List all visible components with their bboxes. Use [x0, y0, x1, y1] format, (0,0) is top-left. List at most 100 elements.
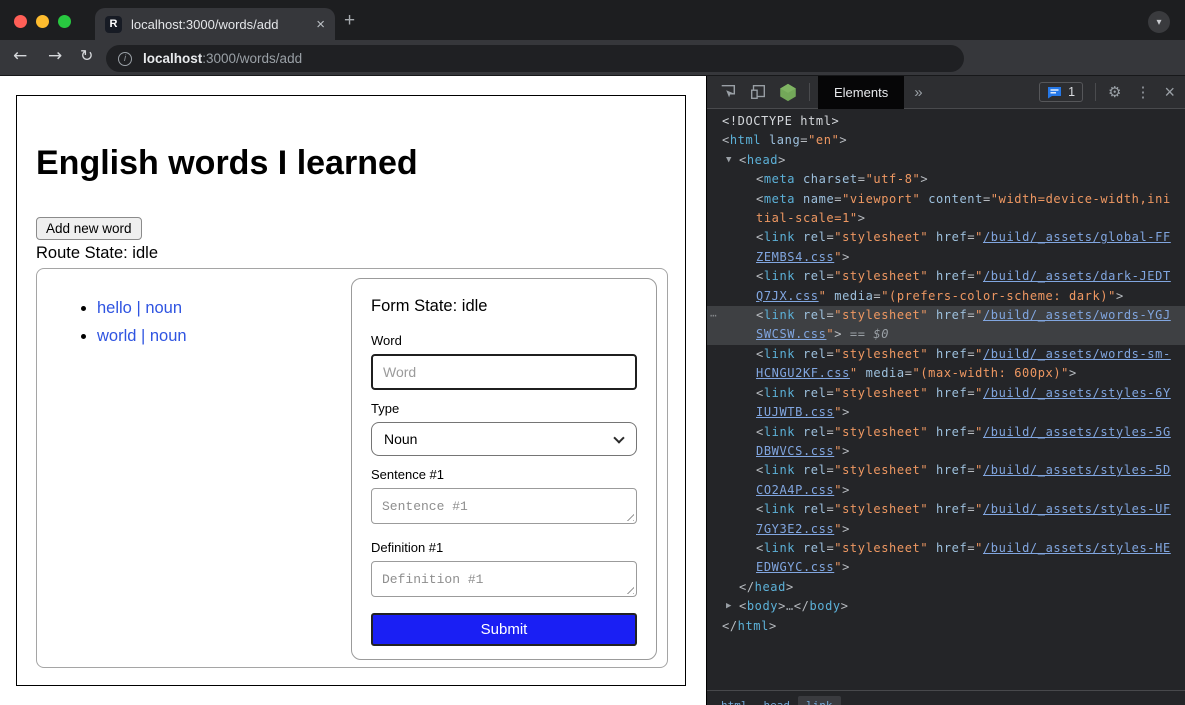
code-token: > — [778, 599, 786, 613]
code-token: content — [928, 192, 983, 206]
forward-button[interactable]: → — [48, 46, 62, 66]
code-token: rel — [803, 502, 826, 516]
code-line[interactable]: </html> — [707, 617, 1185, 636]
code-token: meta — [764, 172, 795, 186]
expand-arrow-icon[interactable]: ▶ — [726, 597, 731, 616]
sentence-textarea[interactable]: Sentence #1 — [371, 488, 637, 524]
code-line[interactable]: <!DOCTYPE html> — [707, 112, 1185, 131]
code-token: > — [778, 153, 786, 167]
code-line[interactable]: <link rel="stylesheet" href="/build/_ass… — [707, 267, 1185, 286]
inspect-element-icon[interactable] — [719, 83, 737, 101]
definition-textarea[interactable]: Definition #1 — [371, 561, 637, 597]
code-line[interactable]: EDWGYC.css"> — [707, 558, 1185, 577]
code-token: Q7JX.css — [756, 289, 819, 303]
code-token: … — [786, 599, 794, 613]
window-close-button[interactable] — [14, 15, 27, 28]
code-line[interactable]: SWCSW.css"> == $0 — [707, 325, 1185, 344]
code-token: "en" — [808, 133, 839, 147]
devtools-toolbar: Elements » 1 ⚙ ⋮ × — [707, 76, 1185, 109]
code-token: body — [747, 599, 778, 613]
code-line[interactable]: <meta charset="utf-8"> — [707, 170, 1185, 189]
code-token: " — [834, 522, 842, 536]
code-token: < — [756, 463, 764, 477]
word-link[interactable]: world | noun — [97, 327, 187, 345]
code-line[interactable]: <link rel="stylesheet" href="/build/_ass… — [707, 345, 1185, 364]
code-token: /build/_assets/words-sm- — [983, 347, 1171, 361]
code-token — [920, 192, 928, 206]
code-token: "width=device-width,ini — [991, 192, 1171, 206]
tab-search-chevron-icon[interactable]: ▾ — [1148, 11, 1170, 33]
tab-elements[interactable]: Elements — [818, 76, 904, 109]
code-token: = — [967, 541, 975, 555]
add-new-word-button[interactable]: Add new word — [36, 217, 142, 240]
sentence-placeholder: Sentence #1 — [382, 499, 468, 514]
code-token — [795, 269, 803, 283]
device-toolbar-icon[interactable] — [749, 83, 767, 101]
code-line[interactable]: ▼<head> — [707, 151, 1185, 170]
code-token: charset — [803, 172, 858, 186]
code-line[interactable]: ZEMBS4.css"> — [707, 248, 1185, 267]
resize-grip-icon[interactable] — [625, 512, 634, 521]
submit-button[interactable]: Submit — [371, 613, 637, 646]
browser-tab[interactable]: R localhost:3000/words/add × — [95, 8, 335, 40]
address-bar[interactable]: i localhost:3000/words/add — [106, 45, 964, 72]
extension-hexagon-icon[interactable] — [779, 83, 797, 102]
code-line[interactable]: <link rel="stylesheet" href="/build/_ass… — [707, 461, 1185, 480]
window-fullscreen-button[interactable] — [58, 15, 71, 28]
code-token: rel — [803, 269, 826, 283]
code-line[interactable]: <link rel="stylesheet" href="/build/_ass… — [707, 500, 1185, 519]
node-options-icon[interactable]: ⋯ — [710, 306, 717, 325]
code-token: == — [842, 327, 873, 341]
code-token: rel — [803, 541, 826, 555]
devtools-close-icon[interactable]: × — [1164, 82, 1175, 103]
code-line[interactable]: ▶<body>…</body> — [707, 597, 1185, 616]
back-button[interactable]: ← — [13, 46, 27, 66]
code-line[interactable]: </head> — [707, 578, 1185, 597]
code-line[interactable]: IUJWTB.css"> — [707, 403, 1185, 422]
code-token: ZEMBS4.css — [756, 250, 834, 264]
code-token: < — [739, 599, 747, 613]
code-line[interactable]: <link rel="stylesheet" href="/build/_ass… — [707, 384, 1185, 403]
code-line[interactable]: ⋯<link rel="stylesheet" href="/build/_as… — [707, 306, 1185, 325]
code-token — [795, 230, 803, 244]
code-line[interactable]: 7GY3E2.css"> — [707, 520, 1185, 539]
site-info-icon[interactable]: i — [118, 52, 132, 66]
code-line[interactable]: Q7JX.css" media="(prefers-color-scheme: … — [707, 287, 1185, 306]
breadcrumb-item[interactable]: head — [756, 696, 799, 705]
code-line[interactable]: HCNGU2KF.css" media="(max-width: 600px)"… — [707, 364, 1185, 383]
devtools-menu-icon[interactable]: ⋮ — [1135, 83, 1150, 101]
code-line[interactable]: <link rel="stylesheet" href="/build/_ass… — [707, 423, 1185, 442]
code-line[interactable]: DBWVCS.css"> — [707, 442, 1185, 461]
new-tab-button[interactable]: + — [344, 11, 355, 30]
breadcrumb-item[interactable]: html — [713, 696, 756, 705]
code-line[interactable]: tial-scale=1"> — [707, 209, 1185, 228]
code-line[interactable]: <link rel="stylesheet" href="/build/_ass… — [707, 228, 1185, 247]
code-token: link — [764, 425, 795, 439]
tab-close-icon[interactable]: × — [316, 16, 325, 33]
issues-counter[interactable]: 1 — [1039, 82, 1083, 102]
more-tabs-icon[interactable]: » — [914, 84, 1039, 101]
code-line[interactable]: <link rel="stylesheet" href="/build/_ass… — [707, 539, 1185, 558]
code-line[interactable]: <html lang="en"> — [707, 131, 1185, 150]
code-line[interactable]: <meta name="viewport" content="width=dev… — [707, 190, 1185, 209]
remix-favicon-icon: R — [105, 16, 122, 33]
breadcrumb-item[interactable]: link — [798, 696, 841, 705]
word-link[interactable]: hello | noun — [97, 299, 182, 317]
word-input[interactable]: Word — [371, 354, 637, 390]
reload-button[interactable]: ↻ — [80, 46, 93, 65]
code-token: href — [936, 425, 967, 439]
resize-grip-icon[interactable] — [625, 585, 634, 594]
words-panel: hello | nounworld | noun Form State: idl… — [36, 268, 668, 668]
code-token: head — [755, 580, 786, 594]
type-select[interactable]: Noun — [371, 422, 637, 456]
code-line[interactable]: CO2A4P.css"> — [707, 481, 1185, 500]
issues-chat-icon — [1047, 86, 1062, 99]
code-token: lang — [769, 133, 800, 147]
window-minimize-button[interactable] — [36, 15, 49, 28]
collapse-arrow-icon[interactable]: ▼ — [726, 151, 731, 170]
code-token: "stylesheet" — [834, 386, 928, 400]
code-token: " — [834, 560, 842, 574]
code-token: < — [756, 502, 764, 516]
settings-gear-icon[interactable]: ⚙ — [1108, 83, 1121, 101]
code-token: = — [983, 192, 991, 206]
